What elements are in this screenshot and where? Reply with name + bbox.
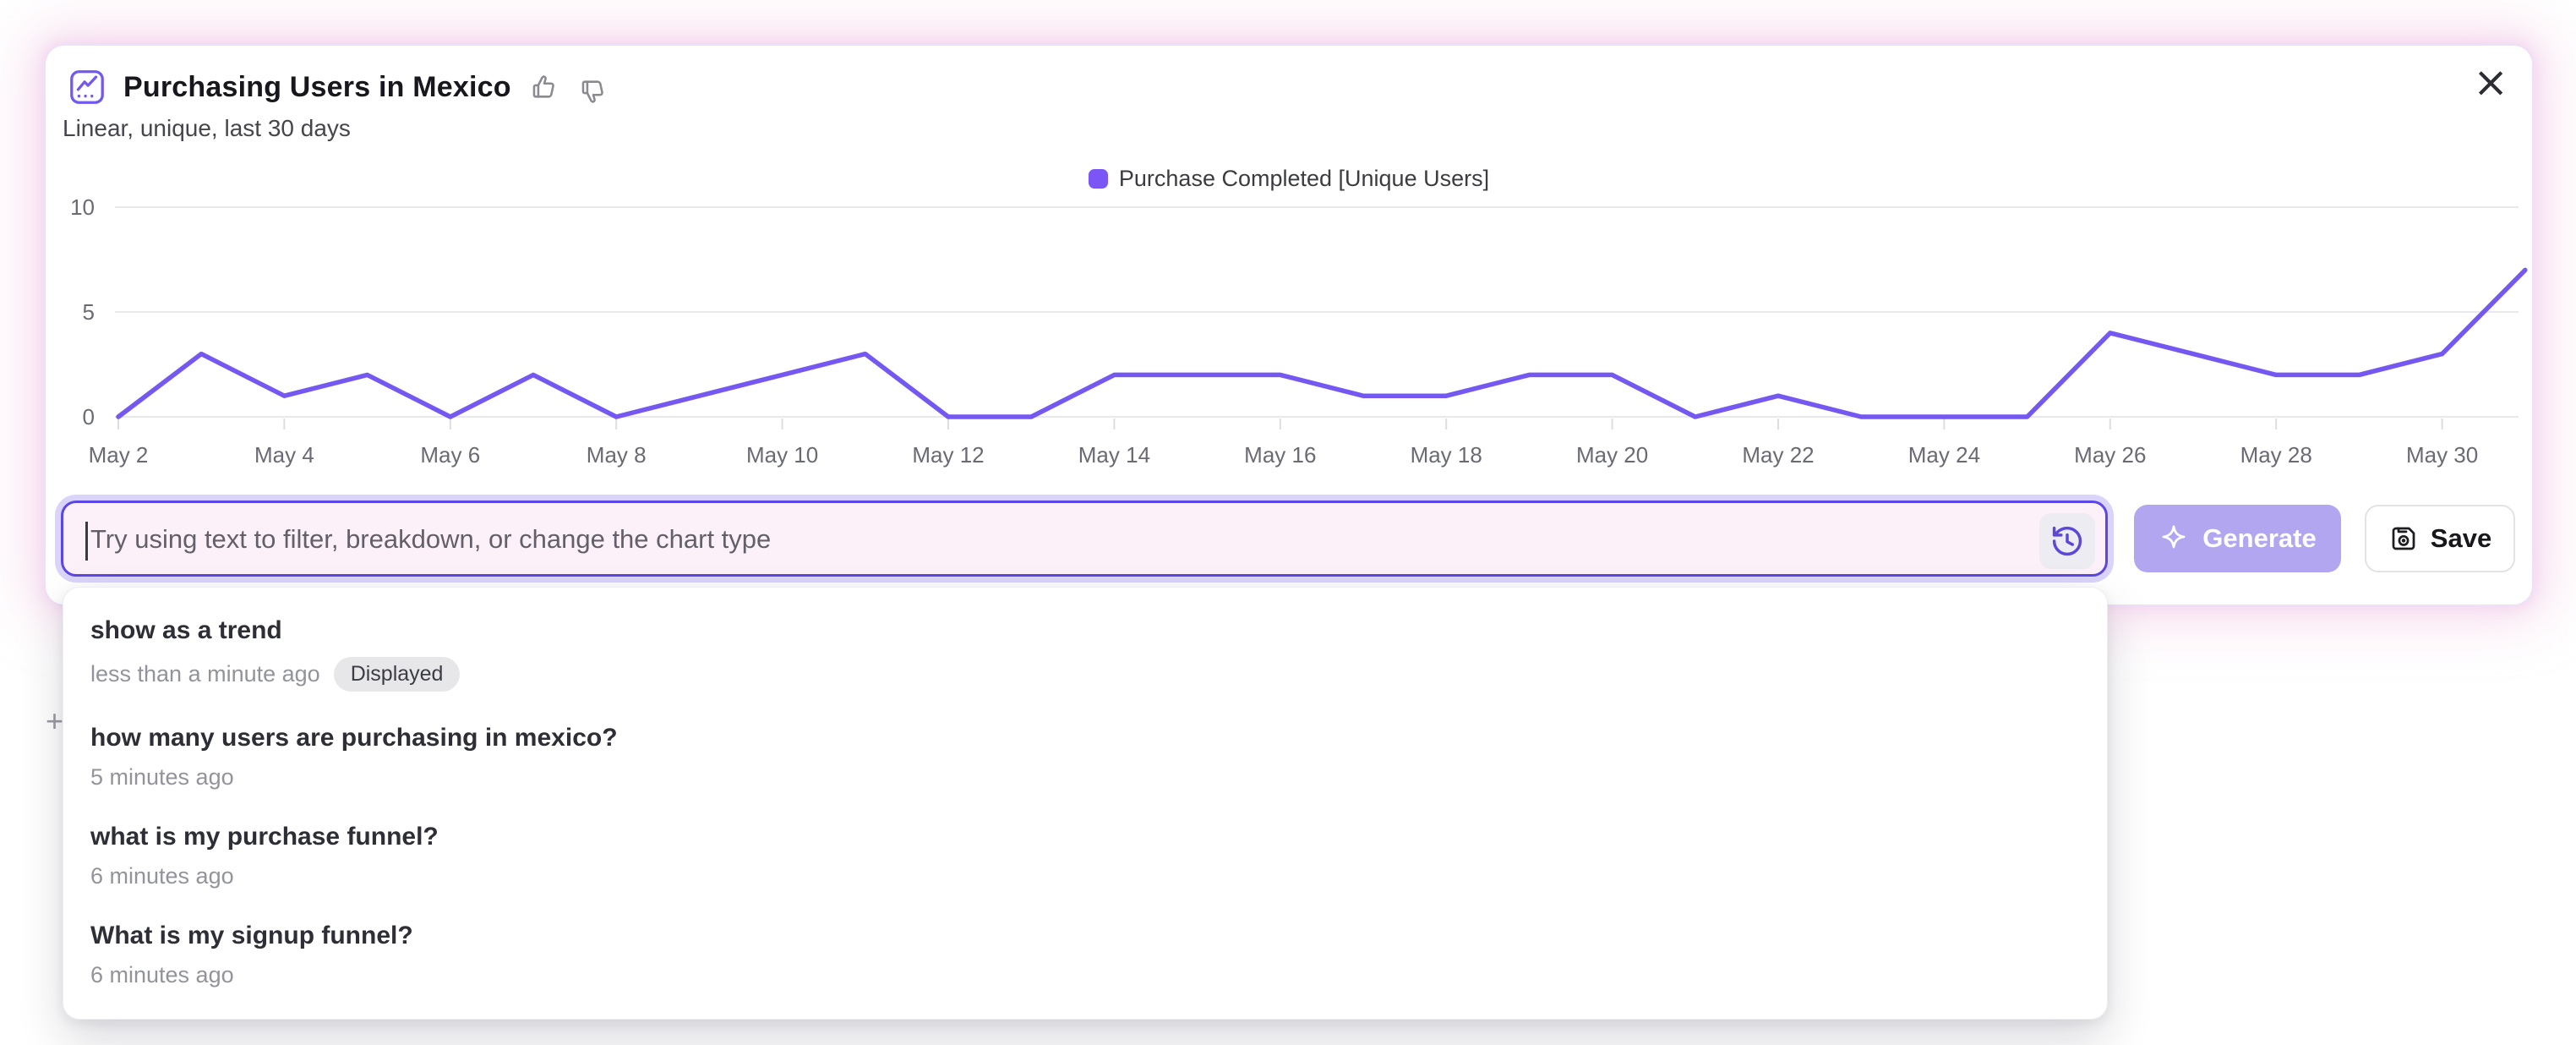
- history-query: what is my purchase funnel?: [90, 823, 2073, 851]
- legend-label: Purchase Completed [Unique Users]: [1119, 166, 1489, 192]
- history-query: What is my signup funnel?: [90, 922, 2073, 950]
- svg-text:10: 10: [70, 194, 95, 220]
- history-item[interactable]: What is my signup funnel? 6 minutes ago: [63, 905, 2107, 1004]
- prompt-input[interactable]: [90, 506, 2009, 572]
- thumbs-down-icon: [579, 77, 608, 106]
- save-button[interactable]: Save: [2365, 505, 2515, 572]
- history-timestamp: 5 minutes ago: [90, 764, 234, 791]
- svg-text:May 30: May 30: [2406, 442, 2478, 468]
- prompt-box: [61, 501, 2108, 577]
- chart-legend: Purchase Completed [Unique Users]: [46, 166, 2532, 192]
- svg-text:May 24: May 24: [1908, 442, 1980, 468]
- svg-text:May 28: May 28: [2240, 442, 2312, 468]
- svg-text:0: 0: [83, 404, 95, 429]
- history-icon: [2049, 522, 2086, 560]
- history-timestamp: 6 minutes ago: [90, 863, 234, 889]
- history-item[interactable]: what is my purchase funnel? 6 minutes ag…: [63, 806, 2107, 905]
- text-caret: [85, 522, 88, 561]
- history-item[interactable]: show as a trend less than a minute ago D…: [63, 599, 2107, 707]
- sparkle-icon: [2158, 523, 2189, 554]
- svg-text:May 16: May 16: [1244, 442, 1316, 468]
- line-chart: 0 5 10 May 2 May 4 May 6 May 8 May 10 May 12 May …: [46, 46, 2532, 502]
- thumbs-down-button[interactable]: [577, 71, 609, 103]
- svg-text:May 10: May 10: [746, 442, 818, 468]
- history-button[interactable]: [2039, 513, 2095, 569]
- close-button[interactable]: ×: [2473, 61, 2508, 103]
- page-title: Purchasing Users in Mexico: [123, 71, 511, 104]
- history-query: show as a trend: [90, 616, 2073, 645]
- history-timestamp: 6 minutes ago: [90, 962, 234, 988]
- history-dropdown: show as a trend less than a minute ago D…: [63, 587, 2108, 1020]
- svg-text:May 8: May 8: [587, 442, 647, 468]
- generate-label: Generate: [2202, 523, 2316, 554]
- svg-text:May 18: May 18: [1411, 442, 1482, 468]
- thumbs-up-button[interactable]: [528, 71, 560, 103]
- prompt-row: Generate Save: [46, 501, 2532, 578]
- svg-text:May 2: May 2: [89, 442, 149, 468]
- svg-text:May 20: May 20: [1576, 442, 1648, 468]
- save-label: Save: [2431, 523, 2491, 554]
- history-query: how many users are purchasing in mexico?: [90, 724, 2073, 752]
- generate-button[interactable]: Generate: [2134, 505, 2341, 572]
- chart-card: 0 5 10 May 2 May 4 May 6 May 8 May 10 May 12 May …: [46, 46, 2532, 605]
- status-badge: Displayed: [334, 657, 461, 692]
- chart-subtitle: Linear, unique, last 30 days: [63, 115, 351, 142]
- history-timestamp: less than a minute ago: [90, 661, 320, 687]
- svg-text:May 22: May 22: [1742, 442, 1814, 468]
- svg-text:May 6: May 6: [420, 442, 480, 468]
- page: 0 5 10 May 2 May 4 May 6 May 8 May 10 May 12 May …: [0, 0, 2576, 1045]
- svg-text:5: 5: [83, 299, 95, 325]
- svg-text:May 12: May 12: [912, 442, 984, 468]
- card-header: Purchasing Users in Mexico: [68, 68, 609, 107]
- legend-swatch: [1089, 169, 1108, 189]
- save-icon: [2388, 523, 2419, 554]
- history-item[interactable]: how many users are purchasing in mexico?…: [63, 707, 2107, 806]
- thumbs-up-icon: [530, 73, 559, 101]
- chart-type-icon: [68, 68, 106, 107]
- svg-text:May 4: May 4: [254, 442, 314, 468]
- svg-text:May 26: May 26: [2074, 442, 2146, 468]
- svg-text:May 14: May 14: [1078, 442, 1150, 468]
- partial-plus-button[interactable]: +: [46, 703, 63, 739]
